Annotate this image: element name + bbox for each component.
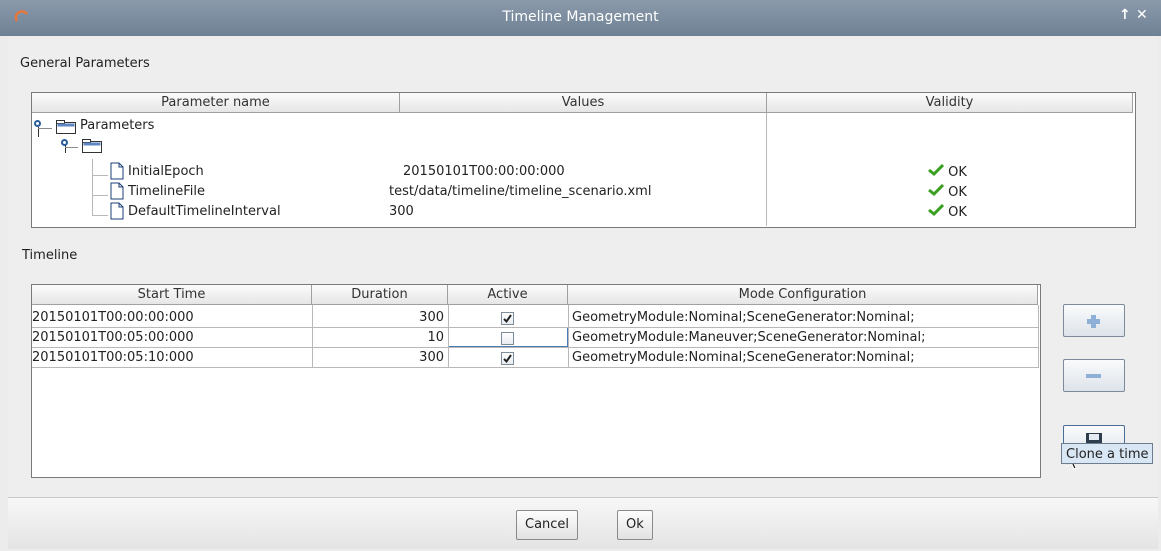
close-icon[interactable]: ✕ [1136,7,1148,23]
folder-icon [56,120,76,134]
remove-row-button[interactable] [1063,359,1125,392]
dialog-body: General Parameters Parameter name Values… [8,36,1158,549]
add-row-button[interactable] [1063,304,1125,337]
window-title: Timeline Management [502,9,659,25]
table-cell-duration[interactable]: 300 [314,348,444,368]
file-icon [110,202,124,220]
active-checkbox[interactable] [501,332,514,345]
active-checkbox[interactable] [501,352,514,365]
checkmark-icon [503,354,512,364]
check-icon [928,163,945,177]
col-mode-configuration[interactable]: Mode Configuration [568,285,1038,305]
pin-icon[interactable]: ↑ [1119,7,1131,23]
table-cell-mode[interactable]: GeometryModule:Nominal;SceneGenerator:No… [572,308,1036,328]
minus-icon [1086,374,1101,378]
col-start-time[interactable]: Start Time [32,285,312,305]
table-cell-mode[interactable]: GeometryModule:Maneuver;SceneGenerator:N… [572,328,1036,348]
general-parameters-label: General Parameters [20,56,150,71]
check-icon [928,203,945,217]
param-name[interactable]: DefaultTimelineInterval [128,204,281,219]
expand-toggle-icon[interactable] [61,139,68,146]
parameters-tree-table[interactable]: Parameter name Values Validity Parameter… [31,92,1136,228]
col-parameter-name[interactable]: Parameter name [32,93,400,113]
validity-ok: OK [928,163,967,180]
table-cell-duration[interactable]: 10 [314,328,444,348]
validity-ok: OK [928,203,967,220]
validity-text: OK [948,165,967,180]
table-cell-start[interactable]: 20150101T00:05:00:000 [32,328,310,348]
table-cell-start[interactable]: 20150101T00:00:00:000 [32,308,310,328]
col-duration[interactable]: Duration [312,285,448,305]
validity-text: OK [948,205,967,220]
param-name[interactable]: TimelineFile [128,184,205,199]
param-value[interactable]: test/data/timeline/timeline_scenario.xml [389,184,651,199]
plus-icon [1087,315,1100,328]
cancel-button[interactable]: Cancel [516,510,579,540]
active-checkbox[interactable] [501,312,514,325]
title-bar: Timeline Management ↑ ✕ [0,0,1161,36]
param-name[interactable]: InitialEpoch [128,164,204,179]
checkmark-icon [503,314,512,324]
expand-toggle-icon[interactable] [34,120,41,127]
tooltip: Clone a time [1061,443,1153,464]
file-icon [110,182,124,200]
dialog-footer [8,497,1158,549]
table-cell-start[interactable]: 20150101T00:05:10:000 [32,348,310,368]
ok-button[interactable]: Ok [617,510,653,540]
col-active[interactable]: Active [448,285,568,305]
timeline-label: Timeline [22,248,78,263]
col-validity[interactable]: Validity [767,93,1133,113]
param-value[interactable]: 20150101T00:00:00:000 [403,164,565,179]
table-cell-duration[interactable]: 300 [314,308,444,328]
table-cell-mode[interactable]: GeometryModule:Nominal;SceneGenerator:No… [572,348,1036,368]
check-icon [928,183,945,197]
validity-ok: OK [928,183,967,200]
tree-root-label[interactable]: Parameters [80,118,154,133]
col-values[interactable]: Values [400,93,767,113]
timeline-table[interactable]: Start Time Duration Active Mode Configur… [31,284,1041,478]
file-icon [110,162,124,180]
param-value[interactable]: 300 [389,204,414,219]
folder-icon [82,139,102,153]
validity-text: OK [948,185,967,200]
